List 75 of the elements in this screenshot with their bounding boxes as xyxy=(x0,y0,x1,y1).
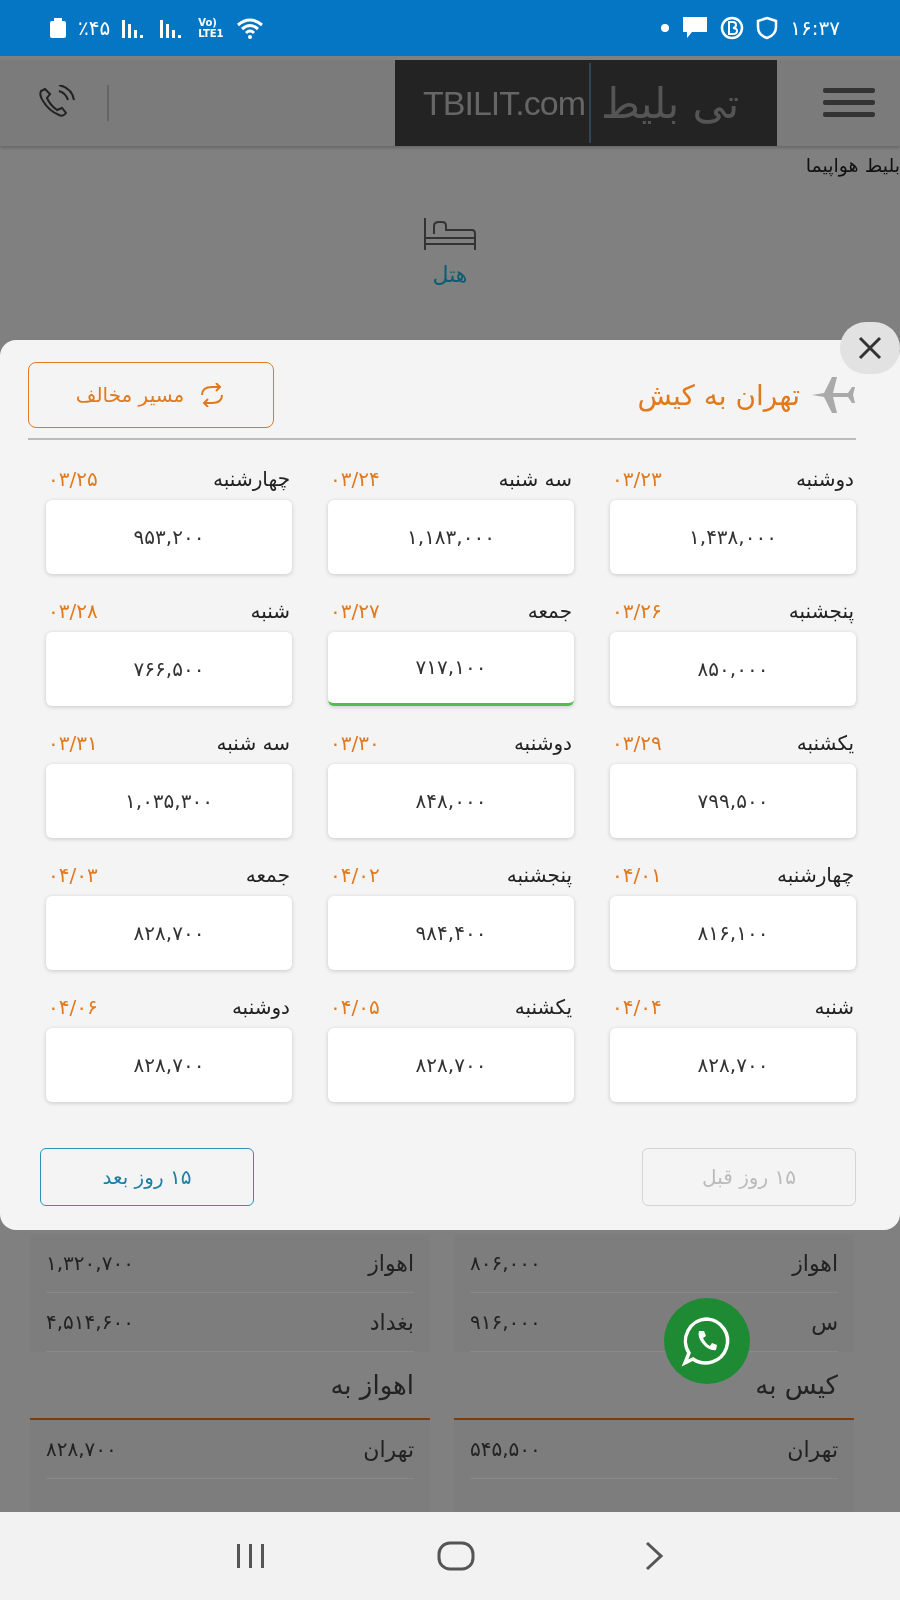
close-button[interactable] xyxy=(840,322,900,374)
weekday-label: سه شنبه xyxy=(216,730,290,755)
route-price: ۱,۳۲۰,۷۰۰ xyxy=(46,1251,134,1275)
weekday-label: پنجشنبه xyxy=(788,598,854,623)
price-option[interactable]: ۷۱۷,۱۰۰ xyxy=(328,631,574,706)
price-option[interactable]: ۱,۰۳۵,۳۰۰ xyxy=(46,763,292,838)
section-heading: کیس به xyxy=(754,1370,839,1400)
route-price: ۹۱۶,۰۰۰ xyxy=(470,1310,541,1334)
price-option[interactable]: ۸۲۸,۷۰۰ xyxy=(328,1027,574,1102)
date-label: ۰۴/۰۵ xyxy=(330,994,380,1019)
date-label: ۰۴/۰۱ xyxy=(612,862,662,887)
battery-icon xyxy=(50,18,66,38)
b-circle-icon xyxy=(720,16,745,40)
city-name: بغداد xyxy=(369,1309,414,1335)
price-option[interactable]: ۸۱۶,۱۰۰ xyxy=(610,895,856,970)
weekday-label: دوشنبه xyxy=(795,466,854,491)
notification-dot-icon xyxy=(660,23,671,33)
weekday-label: دوشنبه xyxy=(231,994,290,1019)
bed-icon xyxy=(422,216,478,252)
price-option[interactable]: ۸۵۰,۰۰۰ xyxy=(610,631,856,706)
weekday-label: جمعه xyxy=(527,598,572,623)
date-label: ۰۳/۲۹ xyxy=(612,730,662,755)
home-icon[interactable] xyxy=(436,1540,476,1572)
weekday-label: دوشنبه xyxy=(513,730,572,755)
price-option[interactable]: ۹۵۳,۲۰۰ xyxy=(46,499,292,574)
date-label: ۰۴/۰۴ xyxy=(612,994,662,1019)
price-option[interactable]: ۷۹۹,۵۰۰ xyxy=(610,763,856,838)
route-title: تهران به کیش xyxy=(637,378,800,412)
date-label: ۰۴/۰۳ xyxy=(48,862,98,887)
date-label: ۰۳/۲۶ xyxy=(612,598,662,623)
route-price: ۸۰۶,۰۰۰ xyxy=(470,1251,541,1275)
breadcrumb-text: بلیط هواپیما xyxy=(804,153,900,176)
price-option[interactable]: ۷۶۶,۵۰۰ xyxy=(46,631,292,706)
weekday-label: یکشنبه xyxy=(796,730,854,755)
battery-percent: ٪۴۵ xyxy=(78,16,111,40)
price-option[interactable]: ۱,۴۳۸,۰۰۰ xyxy=(610,499,856,574)
price-option[interactable]: ۸۲۸,۷۰۰ xyxy=(46,1027,292,1102)
route-price: ۸۲۸,۷۰۰ xyxy=(46,1437,117,1461)
city-name: اهواز xyxy=(792,1250,838,1276)
city-name: تهران xyxy=(363,1436,414,1462)
weekday-label: پنجشنبه xyxy=(506,862,572,887)
city-name: س xyxy=(811,1309,838,1335)
lte-label: LTE1 xyxy=(198,28,224,39)
date-label: ۰۳/۳۰ xyxy=(330,730,380,755)
price-option[interactable]: ۸۲۸,۷۰۰ xyxy=(46,895,292,970)
close-icon xyxy=(857,335,883,361)
shield-icon xyxy=(756,16,779,40)
section-heading: اهواز به xyxy=(329,1370,415,1400)
date-label: ۰۳/۲۳ xyxy=(612,466,662,491)
date-label: ۰۳/۲۷ xyxy=(330,598,380,623)
date-label: ۰۳/۲۴ xyxy=(330,466,380,491)
date-label: ۰۳/۲۵ xyxy=(48,466,98,491)
route-price: ۵۴۵,۵۰۰ xyxy=(470,1437,541,1461)
price-option[interactable]: ۹۸۴,۴۰۰ xyxy=(328,895,574,970)
weekday-label: چهارشنبه xyxy=(777,862,854,887)
price-option[interactable]: ۸۴۸,۰۰۰ xyxy=(328,763,574,838)
weekday-label: چهارشنبه xyxy=(213,466,290,491)
weekday-label: سه شنبه xyxy=(498,466,572,491)
route-price: ۴,۵۱۴,۶۰۰ xyxy=(46,1310,134,1334)
message-icon xyxy=(682,16,709,40)
date-label: ۰۳/۲۸ xyxy=(48,598,98,623)
weekday-label: شنبه xyxy=(250,598,290,623)
city-name: تهران xyxy=(787,1436,838,1462)
clock: ۱۶:۳۷ xyxy=(790,16,840,40)
price-option[interactable]: ۸۲۸,۷۰۰ xyxy=(610,1027,856,1102)
next-days-button[interactable]: ۱۵ روز بعد xyxy=(40,1147,254,1206)
city-name: اهواز xyxy=(368,1250,414,1276)
date-label: ۰۴/۰۲ xyxy=(330,862,380,887)
volte-label: Vo) xyxy=(198,17,218,28)
price-option[interactable]: ۱,۱۸۳,۰۰۰ xyxy=(328,499,574,574)
weekday-label: شنبه xyxy=(814,994,854,1019)
weekday-label: جمعه xyxy=(245,862,290,887)
weekday-label: یکشنبه xyxy=(514,994,572,1019)
date-label: ۰۴/۰۶ xyxy=(48,994,98,1019)
date-label: ۰۳/۳۱ xyxy=(48,730,98,755)
